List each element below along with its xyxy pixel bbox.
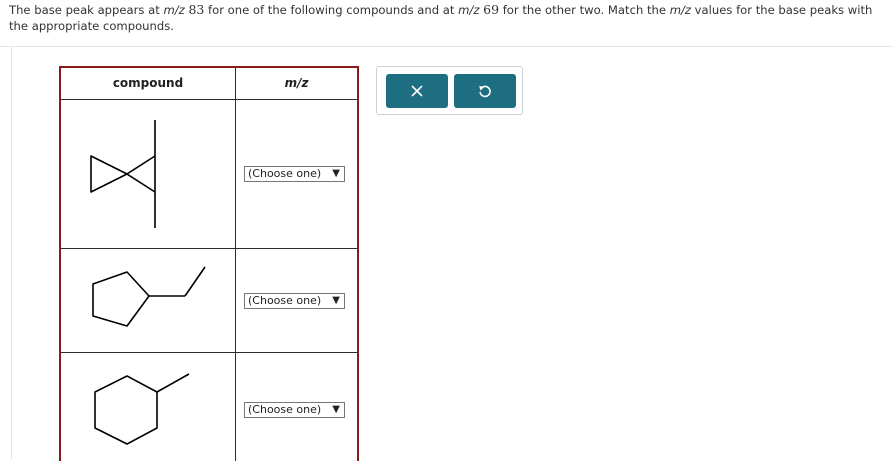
dropdown-arrow-icon: ▼	[332, 295, 340, 306]
mz-select-row-2[interactable]: (Choose one) ▼	[244, 293, 345, 309]
clear-button[interactable]	[386, 74, 448, 108]
ethylcyclopentane-structure-icon	[92, 266, 206, 327]
row-divider	[61, 352, 357, 353]
methylcyclohexane-structure-icon	[94, 373, 190, 445]
question-part: for one of the following compounds and a…	[204, 3, 459, 17]
column-divider	[235, 68, 236, 461]
answer-toolbar	[376, 66, 523, 115]
header-compound: compound	[112, 76, 184, 90]
dropdown-arrow-icon: ▼	[332, 404, 340, 415]
question-part: for the other two. Match the	[499, 3, 670, 17]
mz-term: m/z	[458, 3, 480, 17]
close-icon	[411, 85, 423, 97]
mz-select-row-1[interactable]: (Choose one) ▼	[244, 166, 345, 182]
matching-table: compound m/z (Choose one) ▼ (Choose one)…	[59, 66, 359, 461]
tert-butylmethyl-cyclopropane-structure-icon	[90, 120, 156, 228]
select-value: (Choose one)	[248, 403, 322, 416]
question-text: The base peak appears at m/z 83 for one …	[9, 2, 887, 34]
mz-value-83: 83	[188, 2, 205, 17]
mz-select-row-3[interactable]: (Choose one) ▼	[244, 402, 345, 418]
select-value: (Choose one)	[248, 167, 322, 180]
mz-value-69: 69	[483, 2, 500, 17]
select-value: (Choose one)	[248, 294, 322, 307]
header-divider	[61, 99, 357, 100]
undo-icon	[479, 85, 491, 98]
reset-button[interactable]	[454, 74, 516, 108]
mz-term: m/z	[669, 3, 691, 17]
mz-term: m/z	[163, 3, 185, 17]
row-divider	[61, 248, 357, 249]
question-part: The base peak appears at	[9, 3, 164, 17]
header-mz: m/z	[284, 76, 309, 90]
dropdown-arrow-icon: ▼	[332, 168, 340, 179]
